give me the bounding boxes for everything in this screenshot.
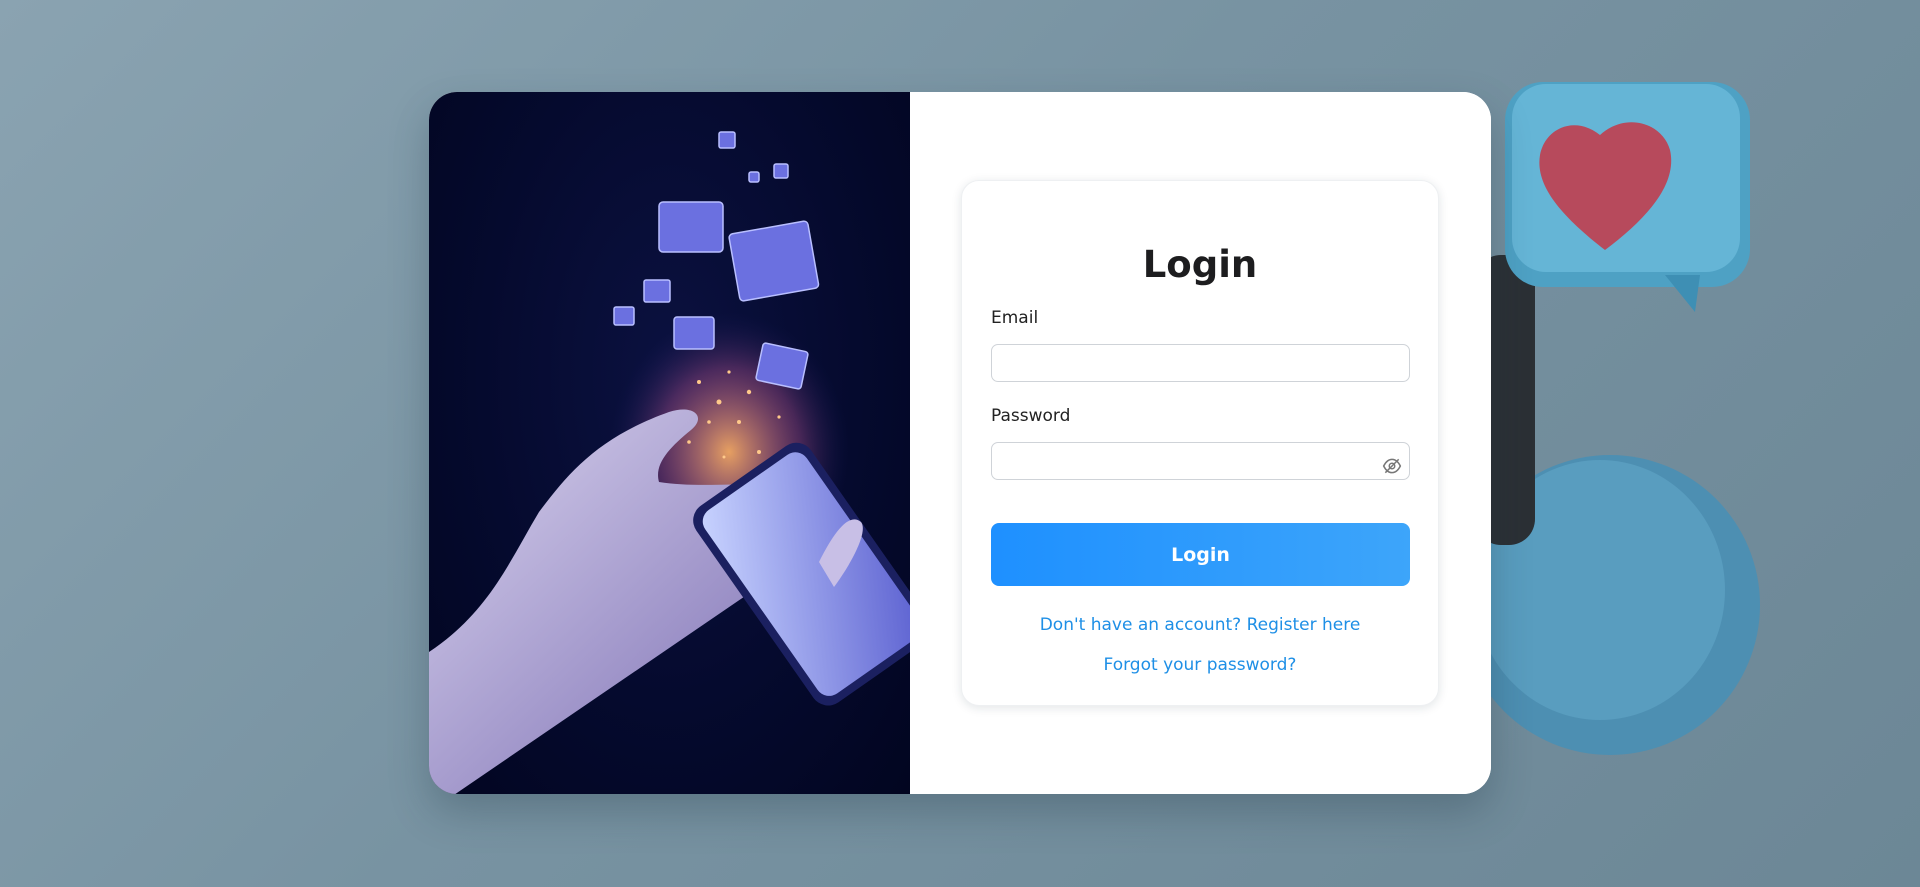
blob-highlight — [1475, 460, 1725, 720]
login-card: Login Email Password Login Don't have an… — [429, 92, 1491, 794]
login-page: Login Email Password Login Don't have an… — [0, 0, 1920, 887]
email-label: Email — [991, 308, 1039, 328]
register-link[interactable]: Don't have an account? Register here — [962, 615, 1438, 635]
login-button[interactable]: Login — [991, 523, 1410, 586]
password-label: Password — [991, 406, 1071, 426]
speech-bubble-tail — [1665, 275, 1700, 312]
eye-off-icon[interactable] — [1382, 456, 1402, 476]
login-form: Login Email Password Login Don't have an… — [961, 180, 1439, 706]
form-panel: Login Email Password Login Don't have an… — [910, 92, 1491, 794]
password-field[interactable] — [991, 442, 1410, 480]
heart-icon — [1539, 122, 1672, 250]
email-field[interactable] — [991, 344, 1410, 382]
forgot-password-link[interactable]: Forgot your password? — [962, 655, 1438, 675]
speech-bubble-face — [1512, 84, 1740, 272]
blob-shape — [1460, 455, 1760, 755]
page-title: Login — [1142, 243, 1258, 286]
hand-phone-gifts-illustration — [429, 131, 910, 794]
hero-image — [429, 92, 910, 794]
speech-bubble-shape — [1505, 82, 1750, 287]
